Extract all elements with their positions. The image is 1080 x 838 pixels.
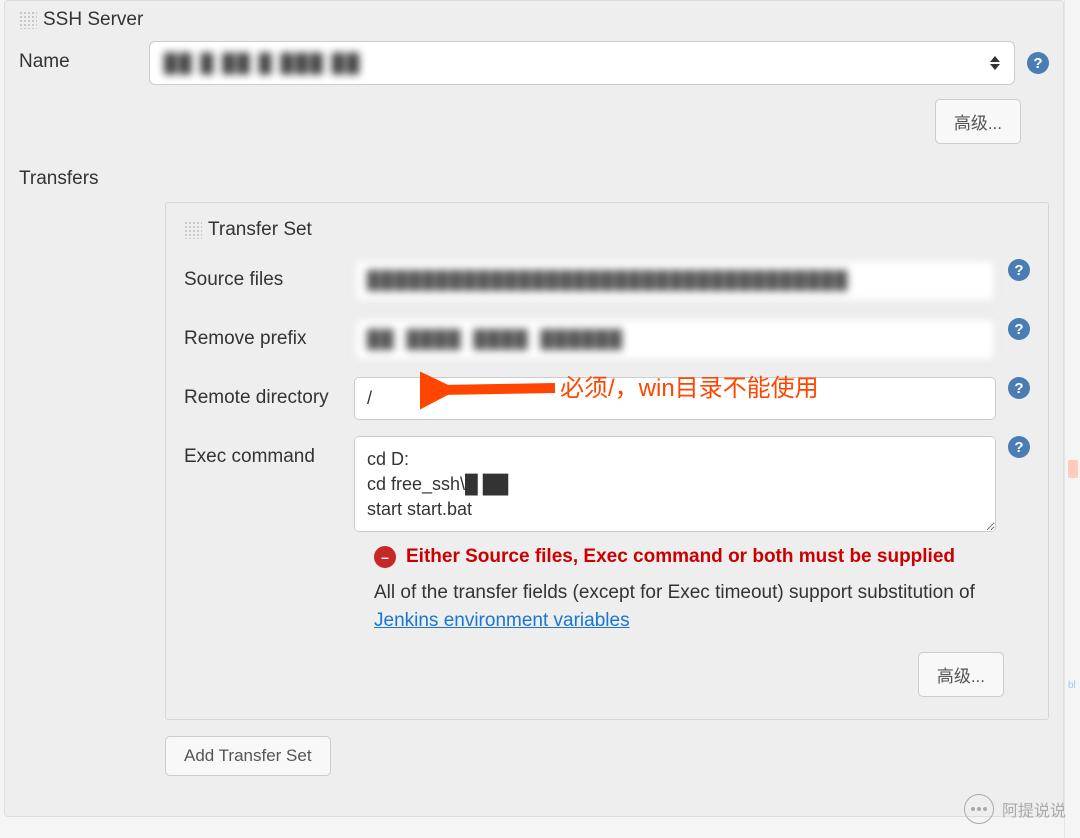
transfers-label: Transfers (19, 158, 149, 190)
watermark: 阿提说说 (964, 794, 1066, 824)
info-text: All of the transfer fields (except for E… (166, 575, 1048, 646)
remote-directory-label: Remote directory (184, 377, 354, 409)
help-icon[interactable]: ? (1027, 52, 1049, 74)
advanced-button[interactable]: 高级... (935, 99, 1021, 144)
marker-icon (1068, 460, 1078, 478)
ssh-server-header: SSH Server (5, 1, 1063, 35)
add-transfer-set-button[interactable]: Add Transfer Set (165, 736, 331, 776)
remove-prefix-input[interactable] (354, 318, 996, 361)
remote-directory-input[interactable] (354, 377, 996, 420)
help-icon[interactable]: ? (1008, 377, 1030, 399)
name-label: Name (19, 41, 149, 73)
name-select[interactable]: ██ █ ██ █ ███ ██ (149, 41, 1015, 85)
exec-command-label: Exec command (184, 436, 354, 468)
error-message: Either Source files, Exec command or bot… (406, 544, 955, 571)
marker-icon: bl (1068, 680, 1078, 690)
help-icon[interactable]: ? (1008, 318, 1030, 340)
help-icon[interactable]: ? (1008, 259, 1030, 281)
error-icon: – (374, 546, 396, 568)
help-icon[interactable]: ? (1008, 436, 1030, 458)
source-files-input[interactable] (354, 259, 996, 302)
drag-grip-icon[interactable] (19, 11, 37, 29)
watermark-text: 阿提说说 (1002, 797, 1066, 821)
ssh-server-title: SSH Server (43, 9, 143, 31)
ssh-server-panel: SSH Server Name ██ █ ██ █ ███ ██ ? 高级...… (4, 0, 1064, 817)
info-prefix: All of the transfer fields (except for E… (374, 582, 975, 603)
exec-command-textarea[interactable] (354, 436, 996, 532)
wechat-icon (964, 794, 994, 824)
remove-prefix-label: Remove prefix (184, 318, 354, 350)
transfer-set-panel: Transfer Set Source files ? Remove prefi… (165, 202, 1049, 720)
transfer-set-title: Transfer Set (208, 219, 312, 241)
side-strip: bl (1064, 0, 1080, 838)
name-select-value: ██ █ ██ █ ███ ██ (164, 53, 361, 74)
jenkins-env-link[interactable]: Jenkins environment variables (374, 610, 630, 631)
transfer-advanced-button[interactable]: 高级... (918, 652, 1004, 697)
drag-grip-icon[interactable] (184, 221, 202, 239)
source-files-label: Source files (184, 259, 354, 291)
select-caret-icon (990, 56, 1000, 70)
